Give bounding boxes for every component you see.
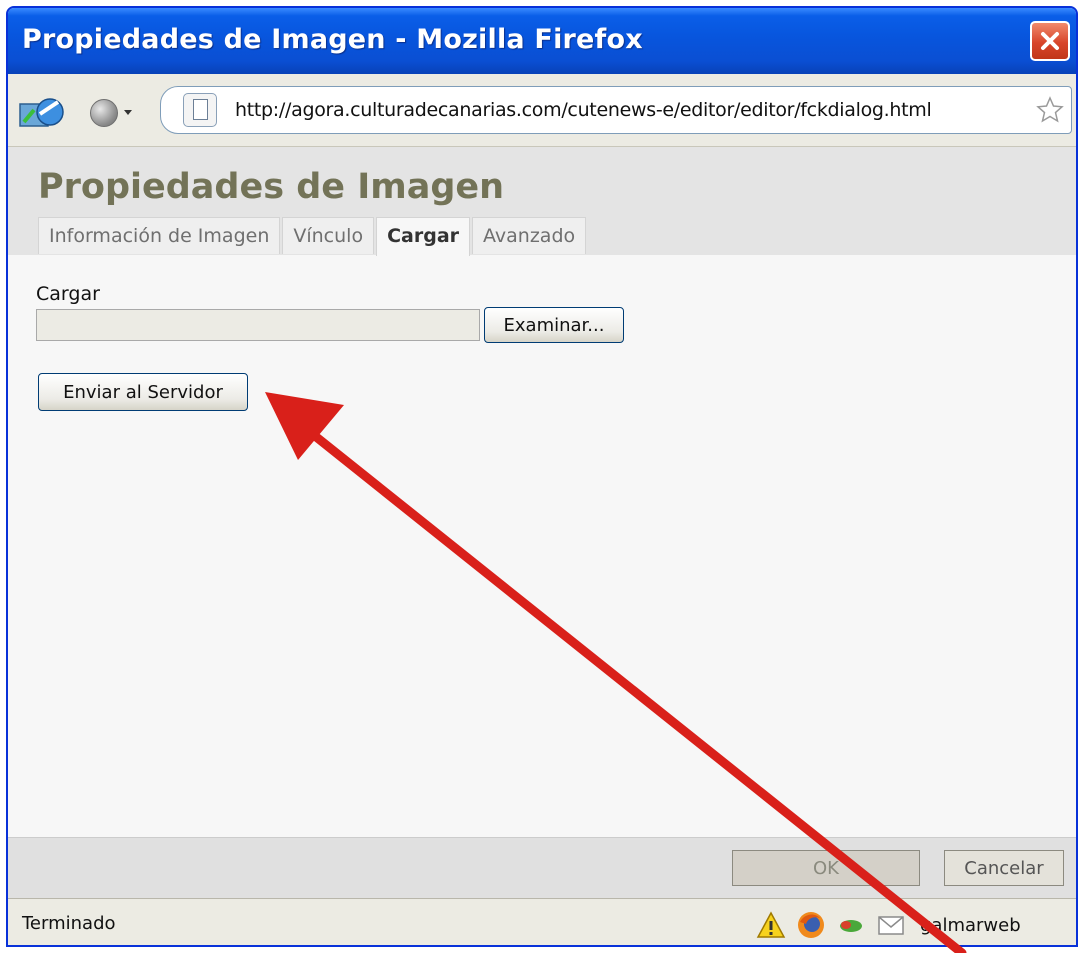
tab-image-info[interactable]: Información de Imagen — [38, 217, 281, 254]
status-user: galmarweb — [920, 914, 1021, 936]
mail-icon[interactable] — [876, 910, 906, 940]
dialog-title: Propiedades de Imagen — [38, 167, 505, 207]
tab-upload[interactable]: Cargar — [376, 217, 471, 256]
firefox-icon[interactable] — [796, 910, 826, 940]
file-input[interactable] — [36, 309, 480, 341]
status-icons: galmarweb — [756, 907, 1021, 943]
cancel-button[interactable]: Cancelar — [944, 850, 1064, 886]
dialog-footer: OK Cancelar — [8, 837, 1076, 898]
send-to-server-button[interactable]: Enviar al Servidor — [38, 373, 248, 411]
upload-label: Cargar — [36, 283, 100, 305]
tab-bar: Información de Imagen Vínculo Cargar Ava… — [38, 217, 588, 256]
url-text: http://agora.culturadecanarias.com/cuten… — [235, 99, 932, 121]
title-bar[interactable]: Propiedades de Imagen - Mozilla Firefox — [8, 8, 1076, 75]
image-properties-dialog: Propiedades de Imagen Información de Ima… — [8, 147, 1076, 837]
ok-button[interactable]: OK — [732, 850, 920, 886]
window-title: Propiedades de Imagen - Mozilla Firefox — [22, 24, 643, 55]
browse-button[interactable]: Examinar... — [484, 307, 624, 343]
firefox-window: Propiedades de Imagen - Mozilla Firefox … — [6, 6, 1078, 947]
url-field[interactable]: http://agora.culturadecanarias.com/cuten… — [160, 86, 1072, 134]
status-text: Terminado — [22, 913, 116, 934]
dialog-header: Propiedades de Imagen Información de Ima… — [8, 147, 1076, 256]
page-icon — [183, 93, 217, 127]
chevron-down-icon[interactable] — [124, 110, 132, 115]
addon-icon[interactable] — [836, 910, 866, 940]
close-button[interactable] — [1030, 21, 1070, 61]
globe-icon[interactable] — [90, 99, 118, 127]
location-bar: http://agora.culturadecanarias.com/cuten… — [8, 74, 1076, 147]
tab-link[interactable]: Vínculo — [282, 217, 375, 254]
status-bar: Terminado galmarweb — [8, 898, 1076, 945]
star-icon[interactable] — [1035, 95, 1065, 125]
close-icon — [1041, 32, 1059, 50]
warning-icon[interactable] — [756, 910, 786, 940]
tab-advanced[interactable]: Avanzado — [472, 217, 587, 254]
site-edit-icon — [19, 98, 64, 127]
